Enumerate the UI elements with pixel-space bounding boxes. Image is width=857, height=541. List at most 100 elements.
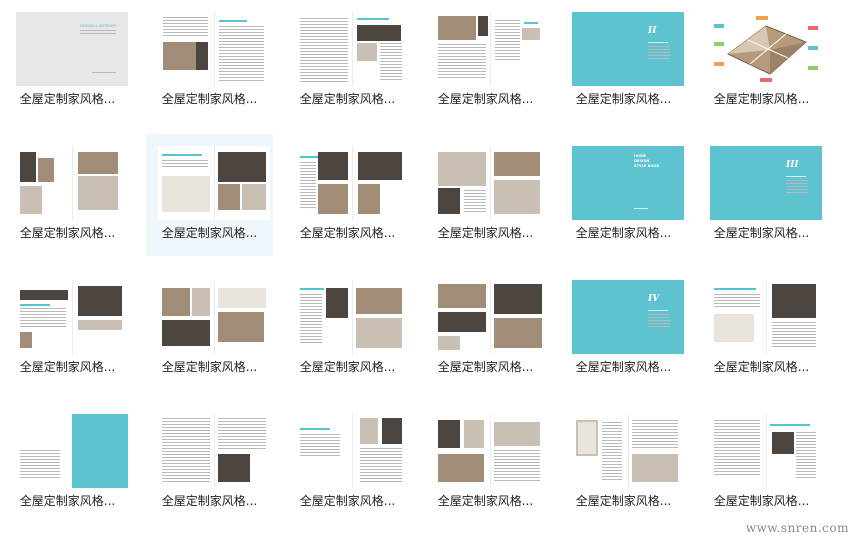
cover-subtitle: DESIGN & INTERIOR bbox=[80, 24, 117, 28]
file-thumbnail-item[interactable]: 全屋定制家风格... bbox=[4, 402, 131, 524]
page-preview-image bbox=[710, 280, 822, 354]
page-preview-image: HOME DESIGN STYLE BOOK bbox=[572, 146, 684, 220]
page-graphic bbox=[495, 20, 520, 60]
file-name-label: 全屋定制家风格... bbox=[713, 494, 810, 508]
page-graphic bbox=[358, 184, 380, 214]
file-thumbnail-item[interactable]: IV 全屋定制家风格... bbox=[560, 268, 687, 390]
page-graphic bbox=[78, 286, 122, 316]
divider-line bbox=[634, 208, 648, 209]
page-spine bbox=[72, 280, 73, 354]
file-thumbnail-item[interactable]: III 全屋定制家风格... bbox=[698, 134, 825, 256]
file-thumbnail-item[interactable]: 全屋定制家风格... bbox=[146, 268, 273, 390]
page-graphic bbox=[648, 314, 670, 328]
file-name-label: 全屋定制家风格... bbox=[575, 226, 672, 240]
page-graphic bbox=[356, 318, 402, 348]
page-graphic bbox=[78, 320, 122, 330]
file-thumbnail-item[interactable]: HOME DESIGN STYLE BOOK 全屋定制家风格... bbox=[560, 134, 687, 256]
page-graphic bbox=[300, 428, 330, 430]
page-graphic bbox=[438, 152, 486, 186]
page-graphic bbox=[196, 42, 208, 70]
file-thumbnail-item[interactable]: 全屋定制家风格... bbox=[284, 268, 411, 390]
file-thumbnail-item[interactable]: 全屋定制家风格... bbox=[284, 134, 411, 256]
page-graphic bbox=[219, 26, 264, 81]
file-thumbnail-item[interactable]: 全屋定制家风格... bbox=[698, 268, 825, 390]
page-spine bbox=[628, 414, 629, 488]
file-thumbnail-item[interactable]: 全屋定制家风格... bbox=[146, 0, 273, 122]
page-graphic bbox=[318, 184, 348, 214]
page-graphic bbox=[219, 20, 247, 22]
page-preview-image bbox=[158, 280, 270, 354]
page-graphic bbox=[20, 450, 60, 480]
file-thumbnail-item[interactable]: 全屋定制家风格... bbox=[422, 402, 549, 524]
page-graphic bbox=[218, 312, 264, 342]
page-graphic bbox=[218, 418, 266, 450]
file-thumbnail-item[interactable]: 全屋定制家风格... bbox=[698, 402, 825, 524]
file-thumbnail-item[interactable]: 全屋定制家风格... bbox=[422, 134, 549, 256]
file-thumbnail-item[interactable]: 全屋定制家风格... bbox=[4, 268, 131, 390]
page-preview-image bbox=[158, 12, 270, 86]
page-graphic bbox=[438, 312, 486, 332]
file-thumbnail-item[interactable]: 全屋定制家风格... bbox=[146, 402, 273, 524]
file-name-label: 全屋定制家风格... bbox=[437, 494, 534, 508]
file-thumbnail-item[interactable]: 全屋定制家风格... bbox=[560, 402, 687, 524]
page-graphic bbox=[796, 432, 816, 480]
file-thumbnail-item[interactable]: 全屋定制家风格... bbox=[422, 0, 549, 122]
file-name-label: 全屋定制家风格... bbox=[299, 360, 396, 374]
section-numeral: II bbox=[648, 26, 657, 36]
page-graphic bbox=[772, 284, 816, 318]
page-graphic bbox=[20, 308, 66, 328]
page-graphic bbox=[357, 43, 377, 61]
page-graphic bbox=[326, 288, 348, 318]
page-preview-image: II bbox=[572, 12, 684, 86]
page-graphic bbox=[714, 420, 760, 476]
page-graphic bbox=[20, 304, 50, 306]
page-preview-image: III bbox=[710, 146, 822, 220]
watermark: www.snren.com bbox=[745, 521, 849, 535]
page-preview-image bbox=[434, 146, 546, 220]
page-graphic bbox=[438, 16, 476, 40]
file-thumbnail-item[interactable]: 全屋定制家风格... bbox=[284, 402, 411, 524]
page-spine bbox=[490, 414, 491, 488]
page-graphic bbox=[20, 152, 36, 182]
page-graphic bbox=[218, 288, 266, 308]
page-preview-image bbox=[434, 12, 546, 86]
file-thumbnail-item[interactable]: 全屋定制家风格... bbox=[146, 134, 273, 256]
page-graphic bbox=[714, 314, 754, 342]
section-numeral: IV bbox=[648, 294, 660, 304]
page-graphic bbox=[632, 420, 678, 450]
file-name-label: 全屋定制家风格... bbox=[161, 494, 258, 508]
file-thumbnail-item[interactable]: 全屋定制家风格... bbox=[4, 134, 131, 256]
cover-title-line: DESIGN bbox=[634, 159, 650, 163]
page-graphic bbox=[360, 418, 378, 444]
page-graphic bbox=[38, 158, 54, 182]
file-name-label: 全屋定制家风格... bbox=[713, 226, 810, 240]
page-preview-image bbox=[16, 146, 128, 220]
page-preview-image bbox=[434, 414, 546, 488]
page-graphic bbox=[163, 17, 208, 37]
page-graphic bbox=[438, 336, 460, 350]
file-thumbnail-item[interactable]: 全屋定制家风格... bbox=[698, 0, 825, 122]
file-name-label: 全屋定制家风格... bbox=[299, 92, 396, 106]
file-thumbnail-item[interactable]: 全屋定制家风格... bbox=[422, 268, 549, 390]
page-graphic bbox=[162, 176, 210, 212]
page-graphic bbox=[438, 44, 486, 80]
page-preview-image bbox=[296, 12, 408, 86]
page-spine bbox=[72, 146, 73, 220]
file-name-label: 全屋定制家风格... bbox=[713, 92, 810, 106]
thumbnail-grid: DESIGN & INTERIOR 全屋定制家风格... 全屋定制家风格... 全屋定… bbox=[0, 0, 857, 541]
section-numeral: III bbox=[786, 160, 799, 170]
page-spine bbox=[766, 414, 767, 488]
page-graphic bbox=[578, 422, 596, 454]
file-thumbnail-item[interactable]: 全屋定制家风格... bbox=[284, 0, 411, 122]
page-preview-image bbox=[158, 146, 270, 220]
page-graphic bbox=[300, 156, 318, 158]
page-graphic bbox=[300, 288, 324, 290]
divider-line bbox=[648, 310, 668, 311]
floorplan-graphic bbox=[714, 16, 818, 82]
file-thumbnail-item[interactable]: DESIGN & INTERIOR 全屋定制家风格... bbox=[4, 0, 131, 122]
divider-line bbox=[648, 42, 668, 43]
file-thumbnail-item[interactable]: II 全屋定制家风格... bbox=[560, 0, 687, 122]
page-graphic bbox=[300, 294, 322, 344]
page-graphic bbox=[300, 434, 340, 458]
cover-title-line: STYLE BOOK bbox=[634, 164, 660, 168]
